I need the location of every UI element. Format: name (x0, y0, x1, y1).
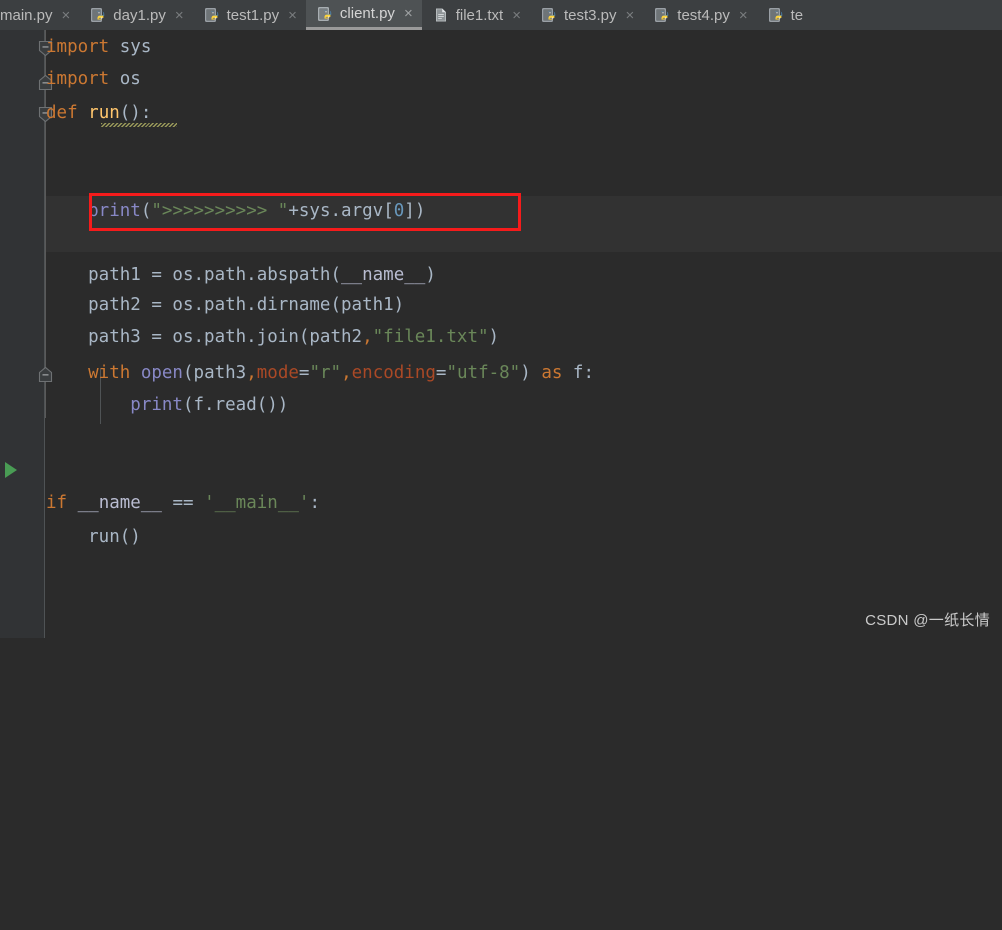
tab-overflow-truncated[interactable]: te (757, 0, 813, 30)
code-editor[interactable]: import sys import os def run(): print(">… (0, 30, 1002, 638)
code-line-11[interactable]: print(f.read()) (46, 390, 288, 420)
token-keyword: import (46, 69, 109, 89)
token-identifier: f.read (194, 395, 257, 415)
code-content[interactable]: import sys import os def run(): print(">… (46, 30, 1002, 638)
tab-label: test1.py (227, 8, 280, 23)
inspection-squiggle-comma-1 (342, 343, 351, 350)
token-identifier: path2 = os.path.dirname(path1) (46, 295, 404, 315)
code-line-1[interactable]: import sys (46, 32, 151, 62)
token-string: ">>>>>>>>>> " (151, 201, 288, 221)
python-file-icon (768, 7, 784, 23)
tab-test3-py[interactable]: test3.py × (530, 0, 643, 30)
code-line-7[interactable]: path1 = os.path.abspath(__name__) (46, 260, 436, 290)
token-punctuation: : (309, 493, 320, 513)
token-string: "file1.txt" (373, 327, 489, 347)
token-punctuation: ) (520, 363, 541, 383)
tab-label: test4.py (677, 8, 730, 23)
inspection-squiggle-comma-3 (385, 380, 394, 387)
close-icon[interactable]: × (288, 8, 297, 23)
python-file-icon (204, 7, 220, 23)
token-punctuation: ( (183, 395, 194, 415)
python-file-icon (541, 7, 557, 23)
tab-label: te (791, 8, 804, 23)
token-module: os (109, 69, 141, 89)
token-identifier: run (46, 527, 120, 547)
token-punctuation: () (120, 527, 141, 547)
token-punctuation: ()) (257, 395, 289, 415)
token-operator: + (288, 201, 299, 221)
inspection-squiggle-comma-2 (251, 380, 260, 387)
token-identifier: path3 = os.path.join(path2 (46, 327, 362, 347)
run-gutter-arrow-icon[interactable] (2, 460, 20, 480)
code-line-5[interactable]: print(">>>>>>>>>> "+sys.argv[0]) (46, 196, 425, 226)
token-punctuation: : (583, 363, 594, 383)
python-file-icon (317, 6, 333, 22)
token-number: 0 (394, 201, 405, 221)
token-keyword: import (46, 37, 109, 57)
close-icon[interactable]: × (626, 8, 635, 23)
token-keyword: if (46, 493, 67, 513)
token-identifier: sys.argv (299, 201, 383, 221)
token-comma: , (341, 363, 352, 383)
code-line-2[interactable]: import os (46, 64, 141, 94)
tab-label: main.py (0, 8, 53, 23)
inspection-squiggle-def-run (101, 123, 177, 127)
token-operator: = (436, 363, 447, 383)
token-string: "utf-8" (446, 363, 520, 383)
token-keyword-argument: mode (257, 363, 299, 383)
tab-client-py[interactable]: client.py × (306, 0, 422, 30)
token-dunder: __name__ (78, 493, 162, 513)
token-builtin-print: print (46, 395, 183, 415)
token-string: "r" (309, 363, 341, 383)
token-builtin-open: open (141, 363, 183, 383)
token-operator: == (162, 493, 204, 513)
token-identifier: f (562, 363, 583, 383)
tab-label: file1.txt (456, 8, 504, 23)
token-punctuation: ( (141, 201, 152, 221)
token-punctuation: [ (383, 201, 394, 221)
tab-main-py[interactable]: main.py × (0, 0, 79, 30)
python-file-icon (654, 7, 670, 23)
token-keyword: def (46, 103, 78, 123)
token-keyword: as (541, 363, 562, 383)
tab-test1-py[interactable]: test1.py × (193, 0, 306, 30)
code-line-10[interactable]: with open(path3,mode="r",encoding="utf-8… (46, 358, 594, 388)
tab-label: test3.py (564, 8, 617, 23)
code-line-15[interactable]: run() (46, 522, 141, 552)
close-icon[interactable]: × (175, 8, 184, 23)
token-module: sys (109, 37, 151, 57)
code-line-8[interactable]: path2 = os.path.dirname(path1) (46, 290, 404, 320)
tab-label: client.py (340, 6, 395, 21)
token-operator: = (299, 363, 310, 383)
close-icon[interactable]: × (404, 6, 413, 21)
code-line-14[interactable]: if __name__ == '__main__': (46, 488, 320, 518)
inspection-squiggle-run-call (176, 544, 185, 551)
close-icon[interactable]: × (512, 8, 521, 23)
token-string: '__main__' (204, 493, 309, 513)
text-file-icon (433, 7, 449, 23)
token-builtin-print: print (46, 201, 141, 221)
token-punctuation: ) (425, 265, 436, 285)
token-comma: , (362, 327, 373, 347)
close-icon[interactable]: × (62, 8, 71, 23)
token-function-name: run (88, 103, 120, 123)
tab-label: day1.py (113, 8, 166, 23)
tab-file1-txt[interactable]: file1.txt × (422, 0, 530, 30)
token-punctuation: ]) (404, 201, 425, 221)
token-dunder: __name__ (341, 265, 425, 285)
token-punctuation: ) (489, 327, 500, 347)
token-keyword: with (46, 363, 141, 383)
tab-day1-py[interactable]: day1.py × (79, 0, 192, 30)
python-file-icon (90, 7, 106, 23)
token-identifier: path1 = os.path.abspath( (46, 265, 341, 285)
editor-tab-bar[interactable]: main.py × day1.py × test1.py × client.py… (0, 0, 1002, 30)
tab-test4-py[interactable]: test4.py × (643, 0, 756, 30)
token-punctuation: (): (120, 103, 152, 123)
close-icon[interactable]: × (739, 8, 748, 23)
token-identifier: path3 (194, 363, 247, 383)
token-punctuation: ( (183, 363, 194, 383)
code-line-9[interactable]: path3 = os.path.join(path2,"file1.txt") (46, 322, 499, 352)
csdn-watermark: CSDN @一纸长情 (865, 609, 990, 630)
